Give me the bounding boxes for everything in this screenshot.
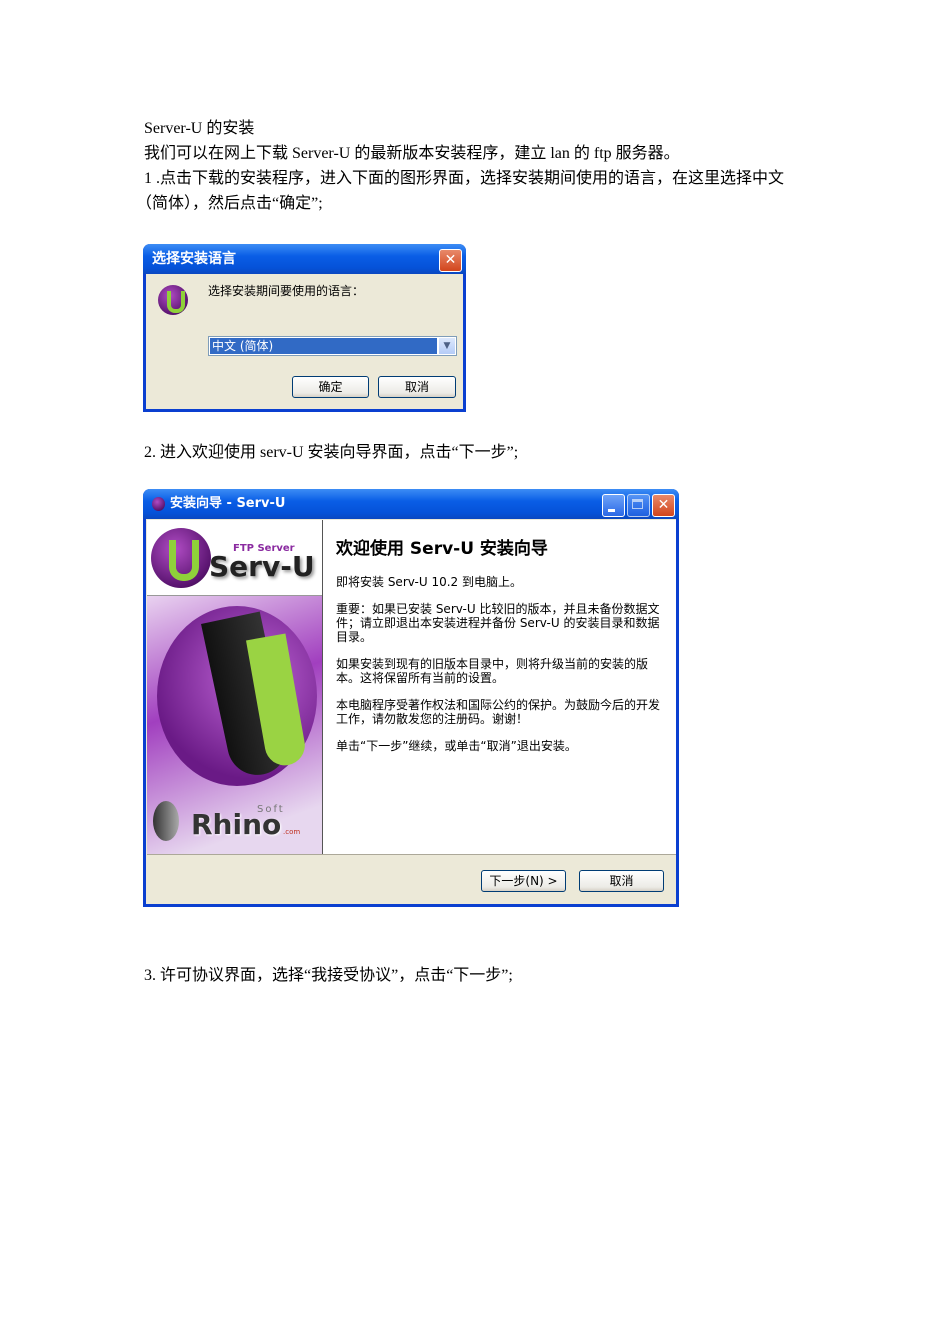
title-bar: 安装向导 - Serv-U ✕ [143, 489, 679, 519]
minimize-button[interactable] [602, 494, 625, 517]
serv-u-logo: FTP Server Serv-U [147, 520, 322, 596]
language-select[interactable]: 中文 (简体) ▼ [208, 336, 457, 356]
dialog-title: 选择安装语言 [152, 251, 236, 267]
doc-intro: 我们可以在网上下载 Server-U 的最新版本安装程序，建立 lan 的 ft… [144, 145, 680, 162]
next-button[interactable]: 下一步(N) > [481, 870, 566, 892]
banner-artwork: Rhino Soft .com [147, 596, 322, 854]
paragraph: 如果安装到现有的旧版本目录中，则将升级当前的安装的版本。这将保留所有当前的设置。 [336, 657, 649, 685]
cancel-button[interactable]: 取消 [579, 870, 664, 892]
doc-title: Server-U 的安装 [144, 120, 255, 137]
paragraph: 单击“下一步”继续，或单击“取消”退出安装。 [336, 739, 577, 753]
setup-wizard-window: 安装向导 - Serv-U ✕ FTP Server Serv-U Rhino … [143, 489, 679, 907]
step1-text: 1 .点击下载的安装程序，进入下面的图形界面，选择安装期间使用的语言，在这里选择… [144, 170, 785, 187]
window-title: 安装向导 - Serv-U [170, 496, 286, 511]
wizard-text: 即将安装 Serv-U 10.2 到电脑上。 重要：如果已安装 Serv-U 比… [336, 575, 666, 753]
paragraph: 重要：如果已安装 Serv-U 比较旧的版本，并且未备份数据文件；请立即退出本安… [336, 602, 660, 644]
wizard-content: FTP Server Serv-U Rhino Soft .com 欢迎使用 S… [147, 520, 676, 855]
app-icon [152, 497, 165, 511]
step1-text-cont: （简体），然后点击“确定”; [136, 195, 323, 212]
cancel-button[interactable]: 取消 [378, 376, 456, 398]
close-button[interactable]: ✕ [439, 249, 462, 272]
wizard-side-banner: FTP Server Serv-U Rhino Soft .com [147, 520, 323, 854]
selected-language: 中文 (简体) [210, 338, 437, 354]
document-page: Server-U 的安装 我们可以在网上下载 Server-U 的最新版本安装程… [0, 0, 950, 1344]
step2-text: 2. 进入欢迎使用 serv-U 安装向导界面，点击“下一步”; [144, 444, 519, 461]
step3-text: 3. 许可协议界面，选择“我接受协议”，点击“下一步”; [144, 967, 513, 984]
language-dialog: 选择安装语言 ✕ 选择安装期间要使用的语言： 中文 (简体) ▼ 确定 取消 [143, 244, 466, 412]
logo-title: Serv-U [209, 550, 315, 583]
title-bar: 选择安装语言 ✕ [143, 244, 466, 274]
language-prompt: 选择安装期间要使用的语言： [208, 284, 365, 298]
paragraph: 本电脑程序受著作权法和国际公约的保护。为鼓励今后的开发工作，请勿散发您的注册码。… [336, 698, 661, 726]
brand-soft: Soft [257, 804, 285, 815]
paragraph: 即将安装 Serv-U 10.2 到电脑上。 [336, 575, 522, 589]
chevron-down-icon[interactable]: ▼ [439, 338, 455, 354]
close-button[interactable]: ✕ [652, 494, 675, 517]
serv-u-logo-icon [158, 285, 188, 315]
brand-com: .com [283, 828, 301, 836]
wizard-heading: 欢迎使用 Serv-U 安装向导 [336, 539, 548, 559]
maximize-button[interactable] [627, 494, 650, 517]
ok-button[interactable]: 确定 [292, 376, 369, 398]
